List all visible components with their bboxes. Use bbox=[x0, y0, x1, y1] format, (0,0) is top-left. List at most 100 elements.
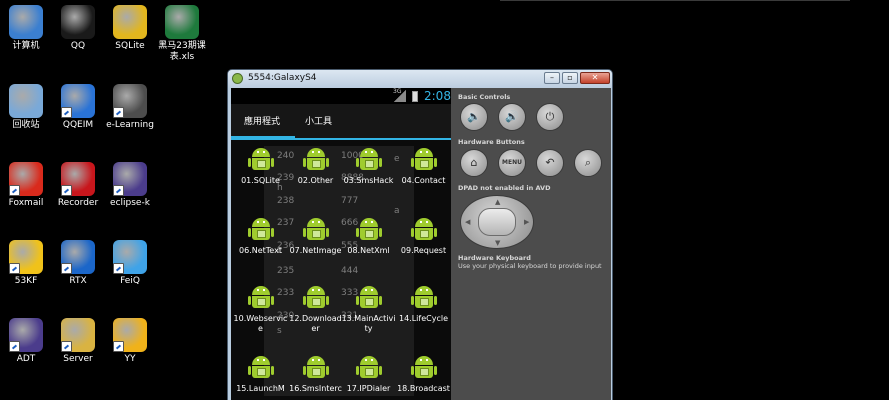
volume-up-icon[interactable]: 🔊 bbox=[498, 103, 526, 131]
recycle-bin-icon bbox=[9, 84, 43, 118]
android-app-icon bbox=[355, 216, 382, 244]
dpad[interactable]: ▲ ▼ ◀ ▶ bbox=[460, 195, 534, 249]
desktop-icon-label: SQLite bbox=[115, 41, 145, 51]
basic-controls-title: Basic Controls bbox=[458, 93, 511, 101]
app-icon[interactable]: 06.NetText bbox=[233, 216, 288, 256]
desktop-icon-label: 计算机 bbox=[12, 41, 40, 51]
back-icon[interactable]: ↶ bbox=[536, 149, 564, 177]
app-label: 13.MainActivi ty bbox=[341, 314, 396, 333]
desktop-icon[interactable]: Recorder bbox=[52, 162, 104, 209]
desktop-icon[interactable]: ADT bbox=[0, 318, 52, 365]
android-app-icon bbox=[355, 146, 382, 174]
minimize-button[interactable]: – bbox=[544, 72, 560, 84]
desktop-icon-label: RTX bbox=[69, 276, 87, 286]
desktop-icon[interactable]: QQ bbox=[52, 5, 104, 52]
app-label: 12.Download er bbox=[289, 314, 342, 333]
elearning-icon bbox=[113, 84, 147, 118]
search-icon[interactable]: ⌕ bbox=[574, 149, 602, 177]
background-text: 235 bbox=[277, 266, 295, 276]
desktop-icon[interactable]: YY bbox=[104, 318, 156, 365]
tab-apps[interactable]: 應用程式 bbox=[244, 114, 280, 127]
desktop-icon-label: QQ bbox=[70, 41, 86, 51]
desktop-icon[interactable]: Foxmail bbox=[0, 162, 52, 209]
desktop-icon[interactable]: RTX bbox=[52, 240, 104, 287]
shortcut-arrow-icon bbox=[61, 263, 72, 274]
dpad-right-icon[interactable]: ▶ bbox=[524, 218, 529, 226]
app-icon[interactable]: 04.Contact bbox=[396, 146, 451, 186]
53kf-icon bbox=[9, 240, 43, 274]
desktop-icon[interactable]: SQLite bbox=[104, 5, 156, 52]
emulator-window: 5554:GalaxyS4 – ▫ ✕ 3G 2:08 應用程式 小工具 240… bbox=[227, 69, 613, 400]
desktop-icon[interactable]: Server bbox=[52, 318, 104, 365]
emulator-app-icon bbox=[232, 73, 243, 84]
maximize-button[interactable]: ▫ bbox=[562, 72, 578, 84]
dpad-center[interactable] bbox=[478, 208, 516, 236]
app-icon[interactable]: 17.IPDialer bbox=[341, 354, 396, 394]
volume-down-icon[interactable]: 🔈 bbox=[460, 103, 488, 131]
emulator-client: 3G 2:08 應用程式 小工具 240 1000 239 8888 238 777 237… bbox=[231, 88, 611, 400]
android-app-icon bbox=[410, 354, 437, 382]
app-icon[interactable]: 09.Request bbox=[396, 216, 451, 256]
android-app-icon bbox=[302, 146, 329, 174]
sqlite-icon bbox=[113, 5, 147, 39]
app-icon[interactable]: 07.NetImage bbox=[288, 216, 343, 256]
app-label: 06.NetText bbox=[239, 246, 282, 255]
android-app-icon bbox=[355, 284, 382, 312]
android-app-icon bbox=[302, 354, 329, 382]
hardware-buttons-title: Hardware Buttons bbox=[458, 138, 525, 146]
shortcut-arrow-icon bbox=[113, 107, 124, 118]
menu-button[interactable]: MENU bbox=[498, 149, 526, 177]
tab-indicator bbox=[231, 136, 295, 140]
android-app-icon bbox=[355, 354, 382, 382]
app-label: 09.Request bbox=[400, 246, 447, 255]
app-icon[interactable]: 02.Other bbox=[288, 146, 343, 186]
desktop-icon-label: QQEIM bbox=[62, 120, 94, 130]
app-icon[interactable]: 14.LifeCycle bbox=[396, 284, 451, 324]
desktop-icon[interactable]: e-Learning bbox=[104, 84, 156, 131]
tab-widgets[interactable]: 小工具 bbox=[305, 114, 332, 127]
shortcut-arrow-icon bbox=[61, 341, 72, 352]
desktop-icon[interactable]: eclipse-k bbox=[104, 162, 156, 209]
android-app-icon bbox=[410, 216, 437, 244]
app-icon[interactable]: 13.MainActivi ty bbox=[341, 284, 396, 334]
desktop-icon-label: 回收站 bbox=[12, 120, 40, 130]
dpad-up-icon[interactable]: ▲ bbox=[495, 198, 500, 206]
qq-penguin-icon bbox=[61, 5, 95, 39]
shortcut-arrow-icon bbox=[9, 341, 20, 352]
app-icon[interactable]: 08.NetXml bbox=[341, 216, 396, 256]
app-icon[interactable]: 03.SmsHack bbox=[341, 146, 396, 186]
app-icon[interactable]: 15.LaunchM bbox=[233, 354, 288, 394]
app-icon[interactable]: 18.Broadcast bbox=[396, 354, 451, 394]
app-label: 16.SmsInterc bbox=[289, 384, 342, 393]
power-icon[interactable]: ⏻ bbox=[536, 103, 564, 131]
phone-screen[interactable]: 3G 2:08 應用程式 小工具 240 1000 239 8888 238 777 237… bbox=[231, 88, 451, 400]
app-label: 08.NetXml bbox=[347, 246, 390, 255]
home-icon[interactable]: ⌂ bbox=[460, 149, 488, 177]
app-icon[interactable]: 10.Webservic e bbox=[233, 284, 288, 334]
android-app-icon bbox=[247, 146, 274, 174]
desktop-icon[interactable]: 黑马23期课 表.xls bbox=[156, 5, 208, 63]
app-icon[interactable]: 01.SQLite bbox=[233, 146, 288, 186]
desktop-icon[interactable]: FeiQ bbox=[104, 240, 156, 287]
app-icon[interactable]: 16.SmsInterc bbox=[288, 354, 343, 394]
app-label: 02.Other bbox=[297, 176, 334, 185]
desktop-icon[interactable]: QQEIM bbox=[52, 84, 104, 131]
desktop-icon[interactable]: 53KF bbox=[0, 240, 52, 287]
status-bar: 3G 2:08 bbox=[231, 88, 451, 104]
eclipse-icon bbox=[113, 162, 147, 196]
dpad-down-icon[interactable]: ▼ bbox=[495, 239, 500, 247]
qqeim-icon bbox=[61, 84, 95, 118]
desktop-icon[interactable]: 计算机 bbox=[0, 5, 52, 52]
app-icon[interactable]: 12.Download er bbox=[288, 284, 343, 334]
app-label: 18.Broadcast bbox=[397, 384, 450, 393]
dpad-left-icon[interactable]: ◀ bbox=[465, 218, 470, 226]
close-button[interactable]: ✕ bbox=[580, 72, 610, 84]
desktop-icon-label: YY bbox=[124, 354, 136, 364]
desktop-icon-label: 53KF bbox=[14, 276, 38, 286]
app-drawer-tabs: 應用程式 小工具 bbox=[231, 104, 451, 140]
hardware-keyboard-note: Use your physical keyboard to provide in… bbox=[458, 262, 602, 270]
hardware-keyboard-title: Hardware Keyboard bbox=[458, 254, 531, 262]
title-bar[interactable]: 5554:GalaxyS4 – ▫ ✕ bbox=[228, 70, 612, 88]
app-label: 17.IPDialer bbox=[346, 384, 391, 393]
desktop-icon[interactable]: 回收站 bbox=[0, 84, 52, 131]
